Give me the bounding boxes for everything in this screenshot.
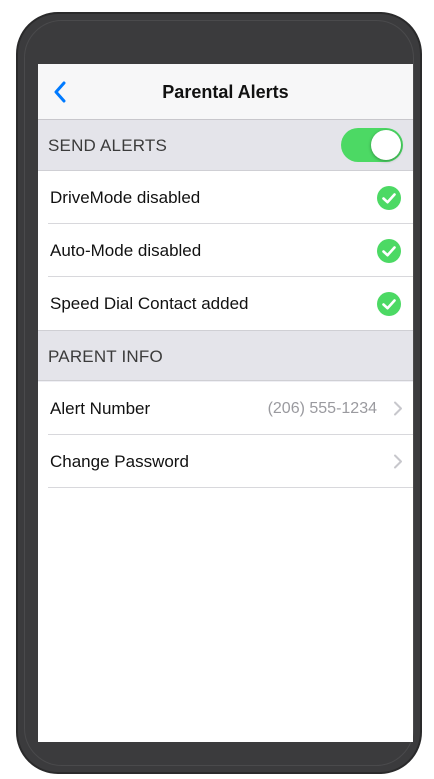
list-item-drivemode: DriveMode disabled xyxy=(38,171,413,224)
screen: Parental Alerts SEND ALERTS DriveMode di… xyxy=(38,64,413,742)
toggle-knob xyxy=(371,130,401,160)
check-circle-icon xyxy=(377,292,401,316)
chevron-right-icon xyxy=(394,401,402,416)
check-circle-icon xyxy=(377,186,401,210)
list-item-auto-mode: Auto-Mode disabled xyxy=(38,224,413,277)
section-header-send-alerts: SEND ALERTS xyxy=(38,120,413,171)
list-item-label: Speed Dial Contact added xyxy=(50,294,249,313)
chevron-right-icon xyxy=(394,454,402,469)
list-item-speed-dial: Speed Dial Contact added xyxy=(38,277,413,330)
section-label: SEND ALERTS xyxy=(48,136,168,155)
section-label: PARENT INFO xyxy=(48,347,163,366)
alert-number-value: (206) 555-1234 xyxy=(267,400,377,417)
list-item-alert-number[interactable]: Alert Number (206) 555-1234 xyxy=(38,382,413,435)
navigation-bar: Parental Alerts xyxy=(38,64,413,120)
empty-list-area xyxy=(38,488,413,742)
list-item-label: Auto-Mode disabled xyxy=(50,241,202,260)
send-alerts-toggle[interactable] xyxy=(341,128,403,162)
check-circle-icon xyxy=(377,239,401,263)
phone-frame: Parental Alerts SEND ALERTS DriveMode di… xyxy=(16,12,422,774)
list-item-change-password[interactable]: Change Password xyxy=(38,435,413,488)
list-item-label: DriveMode disabled xyxy=(50,188,201,207)
page-title: Parental Alerts xyxy=(162,82,289,102)
section-header-parent-info: PARENT INFO xyxy=(38,330,413,381)
list-item-label: Alert Number xyxy=(50,399,151,418)
list-item-label: Change Password xyxy=(50,452,189,471)
